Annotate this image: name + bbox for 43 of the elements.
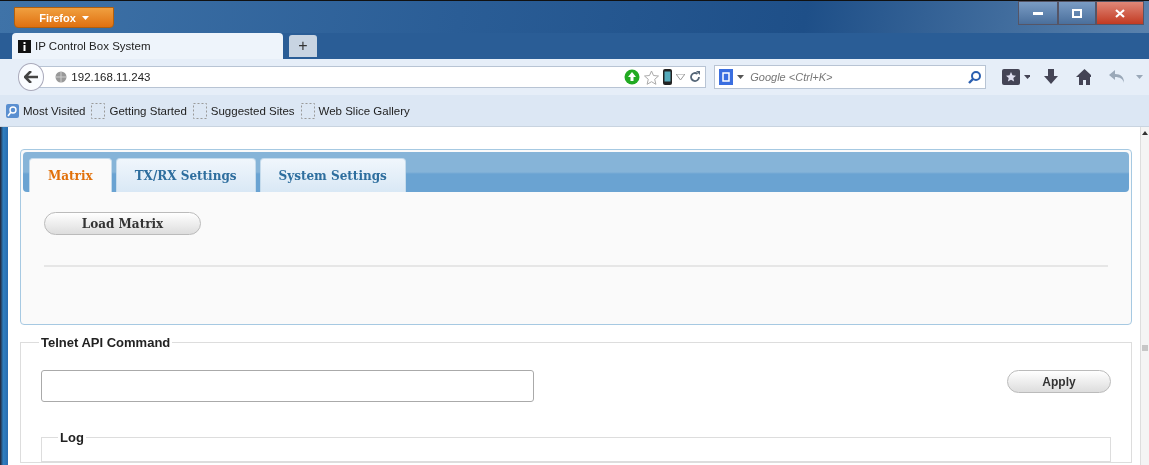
address-bar[interactable]: 192.168.11.243 <box>38 66 707 88</box>
scroll-grip-icon[interactable] <box>1142 345 1148 351</box>
star-icon[interactable] <box>644 69 660 85</box>
page-icon <box>192 102 207 119</box>
caret-icon <box>737 75 745 79</box>
maximize-button[interactable] <box>1058 1 1096 25</box>
search-field[interactable]: Google <Ctrl+K> <box>714 65 987 89</box>
maximize-icon <box>1072 8 1082 18</box>
bookmark-item[interactable]: Most Visited <box>6 103 86 118</box>
tab[interactable]: TX/RX Settings <box>115 158 256 192</box>
browser-tab[interactable]: IP Control Box System <box>12 33 283 59</box>
tab[interactable]: System Settings <box>259 158 406 192</box>
back-arrow-icon <box>24 71 39 83</box>
page-icon <box>300 102 315 119</box>
command-input-field[interactable] <box>41 370 534 402</box>
group-title: Telnet API Command <box>40 335 172 350</box>
minimize-button[interactable] <box>1018 1 1058 25</box>
new-tab-button[interactable]: + <box>289 35 317 57</box>
bookmarks-menu-icon[interactable] <box>1002 69 1031 85</box>
reload-icon[interactable] <box>689 71 702 83</box>
caret-icon <box>81 15 89 20</box>
scroll-up-arrow-icon[interactable] <box>1142 131 1148 135</box>
url-text: 192.168.11.243 <box>71 71 152 83</box>
group-title: Log <box>59 430 85 445</box>
back-button[interactable] <box>18 63 45 91</box>
scrollbar[interactable] <box>1140 127 1149 465</box>
close-icon <box>1115 8 1125 18</box>
home-icon[interactable] <box>1075 69 1092 85</box>
globe-icon <box>55 71 68 83</box>
search-icon[interactable] <box>968 70 982 84</box>
apply-button[interactable]: Apply <box>1007 370 1111 393</box>
load-matrix-button[interactable]: Load Matrix <box>44 212 201 235</box>
download-icon[interactable] <box>1044 69 1058 85</box>
favicon-icon <box>18 39 31 53</box>
bookmark-item[interactable]: Getting Started <box>91 102 187 119</box>
minimize-icon <box>1033 11 1043 15</box>
bookmark-folder-icon <box>6 103 19 118</box>
bookmark-item[interactable]: Suggested Sites <box>192 102 295 119</box>
bookmark-item[interactable]: Web Slice Gallery <box>300 102 410 119</box>
page-icon <box>91 102 106 119</box>
close-button[interactable] <box>1096 1 1144 25</box>
search-engine-icon[interactable] <box>719 69 734 85</box>
phone-icon[interactable] <box>663 69 673 85</box>
